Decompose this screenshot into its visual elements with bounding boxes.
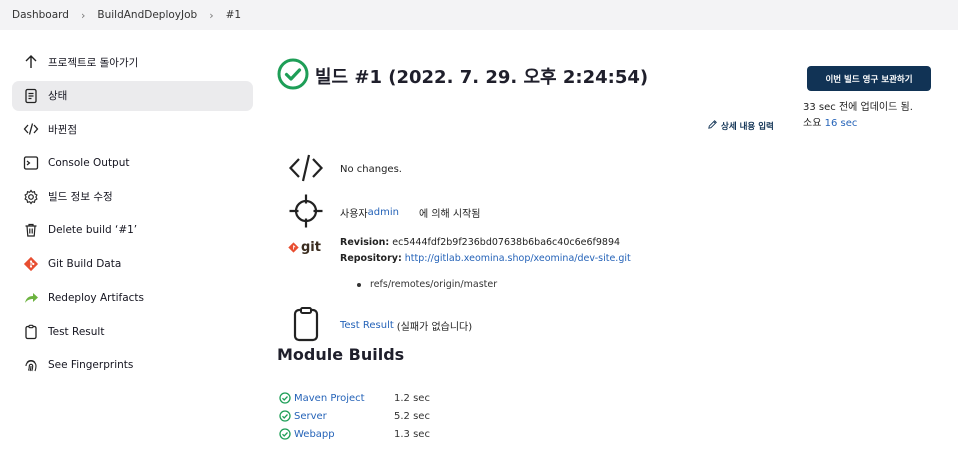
- module-link[interactable]: Server: [294, 411, 394, 422]
- gear-icon: [22, 188, 39, 205]
- keep-build-forever-button[interactable]: 이번 빌드 영구 보관하기: [807, 66, 931, 91]
- repository-link[interactable]: http://gitlab.xeomina.shop/xeomina/dev-s…: [405, 253, 631, 264]
- sidebar-item-label: See Fingerprints: [48, 359, 134, 372]
- module-row: Maven Project 1.2 sec: [279, 389, 430, 407]
- sidebar-item-label: Test Result: [48, 325, 105, 338]
- sidebar-item-git-build-data[interactable]: Git Build Data: [12, 249, 253, 279]
- breadcrumb-dashboard[interactable]: Dashboard: [12, 9, 69, 21]
- repository-label: Repository:: [340, 253, 402, 264]
- module-row: Webapp 1.3 sec: [279, 425, 430, 443]
- pencil-icon: [707, 119, 721, 133]
- git-icon: [288, 242, 299, 253]
- started-suffix: 에 의해 시작됨: [418, 209, 481, 220]
- git-logo: git: [288, 240, 324, 255]
- main-content: 빌드 #1 (2022. 7. 29. 오후 2:24:54) 이번 빌드 영구…: [277, 0, 957, 454]
- code-icon: [22, 121, 39, 138]
- module-link[interactable]: Maven Project: [294, 393, 394, 404]
- arrow-up-icon: [22, 54, 39, 71]
- breadcrumb-build[interactable]: #1: [226, 9, 241, 21]
- crosshair-icon: [288, 193, 324, 232]
- page-title: 빌드 #1 (2022. 7. 29. 오후 2:24:54): [315, 67, 649, 88]
- module-duration: 1.3 sec: [394, 428, 430, 440]
- chevron-right-icon: ›: [209, 8, 214, 22]
- module-builds-list: Maven Project 1.2 sec Server 5.2 sec Web…: [279, 389, 430, 443]
- sidebar-item-changes[interactable]: 바뀐점: [12, 114, 253, 144]
- edit-description-link[interactable]: 상세 내용 입력: [707, 119, 774, 133]
- revision-value: ec5444fdf2b9f236bd07638b6ba6c40c6e6f9894: [392, 237, 621, 248]
- git-logo-text: git: [301, 240, 321, 255]
- success-check-icon: [279, 428, 291, 440]
- success-check-icon: [279, 392, 291, 404]
- clipboard-icon: [288, 306, 324, 345]
- started-prefix: 사용자: [340, 209, 368, 220]
- module-link[interactable]: Webapp: [294, 429, 394, 440]
- sidebar-item-label: Redeploy Artifacts: [48, 291, 144, 304]
- document-icon: [22, 87, 39, 104]
- started-by-row: 사용자 admin 에 의해 시작됨: [288, 193, 481, 232]
- success-check-icon: [279, 410, 291, 422]
- success-check-icon: [277, 58, 309, 94]
- sidebar-item-label: 빌드 정보 수정: [48, 191, 113, 204]
- terminal-icon: [22, 155, 39, 172]
- sidebar-item-label: Console Output: [48, 157, 130, 170]
- module-row: Server 5.2 sec: [279, 407, 430, 425]
- sidebar-item-delete-build[interactable]: Delete build ‘#1’: [12, 215, 253, 245]
- bullet-icon: [357, 282, 361, 287]
- module-duration: 1.2 sec: [394, 392, 430, 404]
- git-row: git Revision: ec5444fdf2b9f236bd07638b6b…: [288, 235, 631, 267]
- changes-row: No changes.: [288, 150, 402, 189]
- changes-text: No changes.: [340, 164, 402, 175]
- branch-list-item: refs/remotes/origin/master: [357, 279, 497, 290]
- sidebar-item-console-output[interactable]: Console Output: [12, 148, 253, 178]
- duration-link[interactable]: 16 sec: [825, 118, 858, 129]
- sidebar-item-status[interactable]: 상태: [12, 80, 253, 111]
- edit-description-label: 상세 내용 입력: [721, 122, 774, 132]
- redeploy-icon: [22, 289, 39, 306]
- module-duration: 5.2 sec: [394, 410, 430, 422]
- duration-row: 소요 16 sec: [803, 116, 913, 132]
- build-header: 빌드 #1 (2022. 7. 29. 오후 2:24:54): [277, 58, 648, 94]
- sidebar-item-redeploy-artifacts[interactable]: Redeploy Artifacts: [12, 283, 253, 313]
- build-timing-info: 33 sec 전에 업데이드 됨. 소요 16 sec: [803, 100, 913, 132]
- sidebar: 프로젝트로 돌아가기 상태 바뀐점 Console Output 빌드 정보 수…: [12, 47, 253, 384]
- sidebar-item-edit-build-info[interactable]: 빌드 정보 수정: [12, 182, 253, 212]
- duration-prefix: 소요: [803, 118, 825, 129]
- clipboard-icon: [22, 323, 39, 340]
- sidebar-item-label: 바뀐점: [48, 123, 77, 136]
- git-icon: [22, 256, 39, 273]
- fingerprint-icon: [22, 357, 39, 374]
- started-user-link[interactable]: admin: [368, 207, 399, 218]
- updated-text: 33 sec 전에 업데이드 됨.: [803, 102, 913, 113]
- sidebar-item-back-to-project[interactable]: 프로젝트로 돌아가기: [12, 47, 253, 77]
- git-details: Revision: ec5444fdf2b9f236bd07638b6ba6c4…: [340, 235, 631, 267]
- branch-value: refs/remotes/origin/master: [370, 279, 498, 290]
- sidebar-item-test-result[interactable]: Test Result: [12, 317, 253, 347]
- module-builds-heading: Module Builds: [277, 345, 405, 364]
- trash-icon: [22, 222, 39, 239]
- chevron-right-icon: ›: [80, 8, 86, 22]
- sidebar-item-label: 프로젝트로 돌아가기: [48, 56, 139, 69]
- revision-label: Revision:: [340, 237, 390, 248]
- test-result-link[interactable]: Test Result: [340, 320, 394, 331]
- sidebar-item-label: 상태: [48, 90, 68, 103]
- test-result-note: (실패가 없습니다): [396, 322, 473, 333]
- sidebar-item-label: Git Build Data: [48, 258, 122, 271]
- breadcrumb-job[interactable]: BuildAndDeployJob: [97, 9, 197, 21]
- sidebar-item-see-fingerprints[interactable]: See Fingerprints: [12, 350, 253, 380]
- sidebar-item-label: Delete build ‘#1’: [48, 224, 138, 237]
- code-icon: [288, 150, 324, 189]
- test-result-row: Test Result (실패가 없습니다): [288, 306, 472, 345]
